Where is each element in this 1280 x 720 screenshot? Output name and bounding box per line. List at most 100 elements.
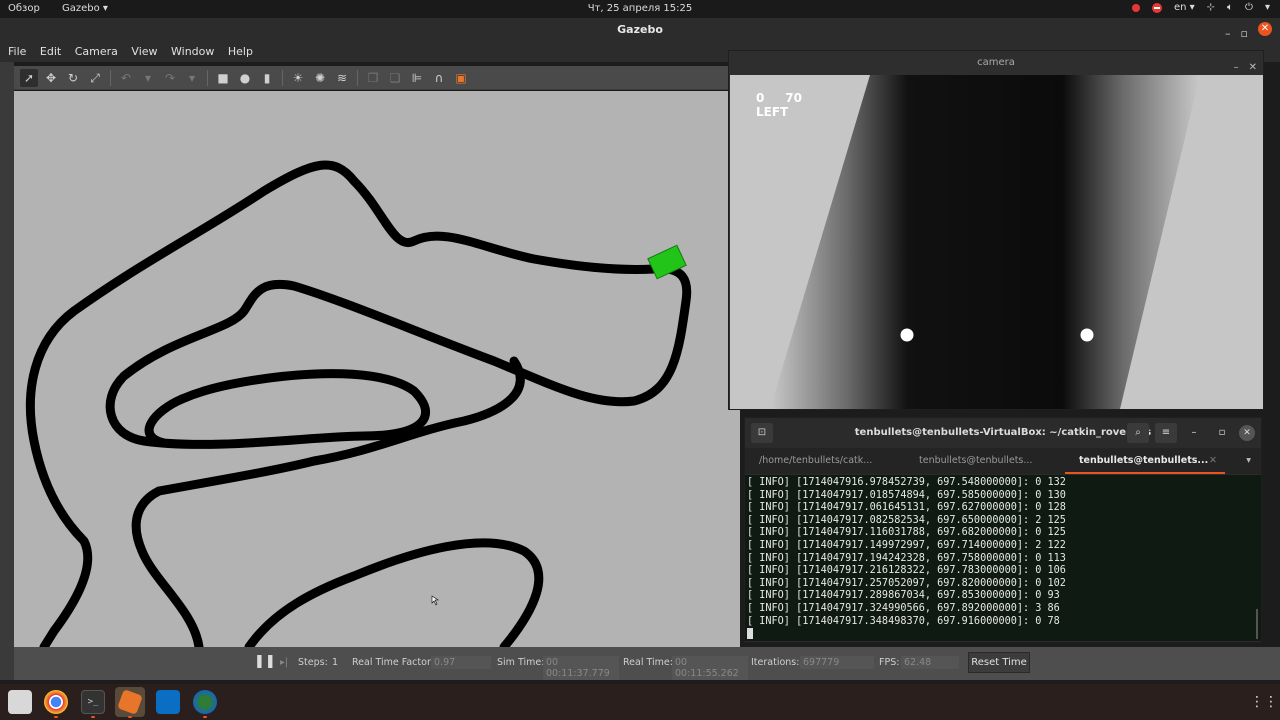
align-icon[interactable]: ⊫ — [408, 69, 426, 87]
steps-value[interactable]: 1 — [332, 657, 338, 668]
terminal-tabs: /home/tenbullets/catk... tenbullets@tenb… — [745, 448, 1261, 474]
do-not-disturb-icon[interactable] — [1151, 2, 1162, 13]
steps-label: Steps: — [298, 657, 328, 668]
dock: >_ ⋮⋮⋮ — [0, 684, 1280, 720]
app-menu[interactable]: Gazebo ▾ — [62, 3, 108, 14]
log-line: [ INFO] [1714047917.194242328, 697.75800… — [747, 552, 1066, 564]
log-line: [ INFO] [1714047917.061645131, 697.62700… — [747, 502, 1066, 514]
menu-camera[interactable]: Camera — [75, 42, 118, 62]
menu-edit[interactable]: Edit — [40, 42, 61, 62]
directional-light-icon[interactable]: ≋ — [333, 69, 351, 87]
running-indicator — [203, 716, 207, 718]
terminal-tab[interactable]: /home/tenbullets/catk... — [745, 448, 905, 474]
toolbar-separator — [282, 69, 283, 86]
running-indicator — [91, 716, 95, 718]
sim-time-value: 00 00:11:37.779 — [543, 656, 619, 680]
track-view — [25, 160, 692, 647]
camera-title-bar: camera – ✕ — [729, 51, 1263, 75]
window-title: Gazebo — [617, 23, 663, 36]
step-icon[interactable]: ▸| — [280, 657, 288, 668]
paste-icon[interactable]: ❏ — [386, 69, 404, 87]
rotate-icon[interactable]: ↻ — [64, 69, 82, 87]
gazebo-status-bar: ❚❚ ▸| Steps: 1 Real Time Factor: 0.97 Si… — [14, 647, 1280, 680]
sim-time-label: Sim Time: — [497, 657, 545, 668]
rtf-value: 0.97 — [431, 656, 491, 669]
pause-icon[interactable]: ❚❚ — [254, 654, 276, 669]
gazebo-title-bar: Gazebo – ▫ ✕ — [0, 18, 1280, 42]
new-tab-icon[interactable]: ⊡ — [751, 423, 773, 443]
point-light-icon[interactable]: ☀ — [289, 69, 307, 87]
snap-icon[interactable]: ∩ — [430, 69, 448, 87]
menu-window[interactable]: Window — [171, 42, 214, 62]
spot-light-icon[interactable]: ✺ — [311, 69, 329, 87]
show-apps-icon[interactable]: ⋮⋮⋮ — [1250, 690, 1280, 714]
close-icon[interactable]: ✕ — [1239, 425, 1255, 441]
fps-value: 62.48 — [901, 656, 959, 669]
clock[interactable]: Чт, 25 апреля 15:25 — [0, 3, 1280, 14]
reset-time-button[interactable]: Reset Time — [968, 652, 1030, 673]
search-icon[interactable]: ⌕ — [1127, 423, 1149, 443]
select-icon[interactable]: ➚ — [20, 68, 38, 87]
toolbar-separator — [357, 69, 358, 86]
power-icon[interactable]: ⏻︎ — [1245, 2, 1253, 13]
camera-title: camera — [977, 57, 1015, 68]
terminal-tab[interactable]: tenbullets@tenbullets... — [905, 448, 1065, 474]
tab-label: tenbullets@tenbullets... — [1079, 455, 1209, 466]
terminal-scrollbar[interactable] — [1253, 475, 1261, 641]
rviz-icon[interactable] — [193, 690, 217, 714]
undo-dropdown-icon[interactable]: ▾ — [139, 69, 157, 87]
log-line: [ INFO] [1714047917.257052097, 697.82000… — [747, 577, 1066, 589]
scale-icon[interactable]: ⤢ — [86, 69, 104, 87]
hamburger-menu-icon[interactable]: ≡ — [1155, 423, 1177, 443]
log-line: [ INFO] [1714047917.149972997, 697.71400… — [747, 539, 1066, 551]
close-tab-icon[interactable]: ✕ — [1209, 448, 1217, 472]
gazebo-toolbar: ➚ ✥ ↻ ⤢ ↶ ▾ ↷ ▾ ■ ● ▮ ☀ ✺ ≋ ❐ ❏ ⊫ ∩ ▣ — [14, 66, 736, 90]
terminal-output[interactable]: [ INFO] [1714047916.978452739, 697.54800… — [745, 475, 1255, 641]
menu-arrow-icon[interactable]: ▾ — [1265, 2, 1270, 13]
log-line: [ INFO] [1714047917.018574894, 697.58500… — [747, 489, 1066, 501]
copy-icon[interactable]: ❐ — [364, 69, 382, 87]
overlay-direction: LEFT — [756, 105, 789, 119]
vscode-icon[interactable] — [156, 690, 180, 714]
redo-icon[interactable]: ↷ — [161, 69, 179, 87]
terminal-tab-active[interactable]: tenbullets@tenbullets... ✕ — [1065, 448, 1225, 474]
translate-icon[interactable]: ✥ — [42, 69, 60, 87]
recording-icon[interactable] — [1131, 3, 1140, 12]
network-icon[interactable]: ⊹ — [1207, 2, 1215, 13]
cylinder-icon[interactable]: ▮ — [258, 69, 276, 87]
menu-help[interactable]: Help — [228, 42, 253, 62]
terminal-icon[interactable]: >_ — [81, 690, 105, 714]
language-selector[interactable]: en ▾ — [1174, 2, 1195, 13]
maximize-icon[interactable]: ▫ — [1211, 423, 1233, 443]
chrome-icon[interactable] — [44, 690, 68, 714]
close-icon[interactable]: ✕ — [1258, 22, 1272, 36]
box-icon[interactable]: ■ — [214, 69, 232, 87]
terminal-cursor — [747, 628, 753, 640]
volume-icon[interactable]: 🔈︎ — [1227, 2, 1233, 13]
menu-view[interactable]: View — [131, 42, 157, 62]
sphere-icon[interactable]: ● — [236, 69, 254, 87]
undo-icon[interactable]: ↶ — [117, 69, 135, 87]
redo-dropdown-icon[interactable]: ▾ — [183, 69, 201, 87]
tabs-dropdown-icon[interactable]: ▾ — [1246, 448, 1251, 474]
track-line — [25, 160, 692, 647]
gazebo-scene[interactable] — [14, 91, 740, 647]
system-tray[interactable]: en ▾ ⊹ 🔈︎ ⏻︎ ▾ — [1131, 2, 1270, 13]
camera-window: camera – ✕ 0 70 LEFT — [728, 50, 1264, 410]
minimize-icon[interactable]: – — [1183, 423, 1205, 443]
left-panel-handle[interactable] — [0, 62, 14, 680]
mouse-cursor — [431, 595, 439, 606]
files-icon[interactable] — [8, 690, 32, 714]
overlay-values: 0 70 — [756, 91, 802, 105]
log-line: [ INFO] [1714047917.216128322, 697.78300… — [747, 565, 1066, 577]
top-bar: Обзор Gazebo ▾ Чт, 25 апреля 15:25 en ▾ … — [0, 0, 1280, 18]
terminal-title-bar: ⊡ tenbullets@tenbullets-VirtualBox: ~/ca… — [745, 418, 1261, 448]
real-time-value: 00 00:11:55.262 — [672, 656, 748, 680]
terminal-window: ⊡ tenbullets@tenbullets-VirtualBox: ~/ca… — [744, 417, 1262, 643]
right-marker — [1080, 328, 1094, 342]
activities-button[interactable]: Обзор — [8, 3, 40, 14]
screenshot-icon[interactable]: ▣ — [452, 69, 470, 87]
camera-image: 0 70 LEFT — [730, 75, 1263, 409]
log-line: [ INFO] [1714047917.324990566, 697.89200… — [747, 602, 1060, 614]
menu-file[interactable]: File — [8, 42, 26, 62]
